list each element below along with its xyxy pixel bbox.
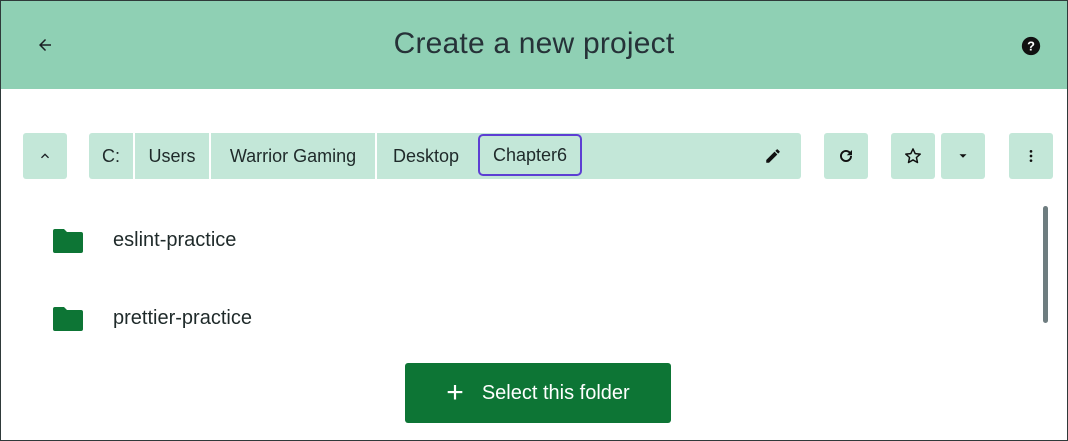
path-toolbar: C: Users Warrior Gaming Desktop Chapter6 (1, 133, 1067, 179)
favorites-dropdown-button[interactable] (941, 133, 985, 179)
breadcrumb: C: Users Warrior Gaming Desktop Chapter6 (89, 133, 801, 179)
breadcrumb-item-warrior-gaming[interactable]: Warrior Gaming (211, 133, 377, 179)
create-project-dialog: Create a new project ? C: Users Warrior … (0, 0, 1068, 441)
folder-icon (53, 307, 83, 331)
breadcrumb-item-desktop[interactable]: Desktop (377, 133, 475, 179)
caret-down-icon (959, 154, 967, 158)
folder-name: prettier-practice (113, 306, 252, 329)
refresh-icon (840, 150, 852, 162)
chevron-up-icon (41, 153, 49, 159)
help-circle-icon: ? (1021, 36, 1041, 56)
plus-icon: + (446, 376, 464, 409)
select-folder-label: Select this folder (481, 381, 630, 404)
page-title: Create a new project (393, 27, 675, 60)
pencil-icon (766, 149, 780, 163)
help-button[interactable]: ? (1011, 26, 1051, 66)
star-outline-icon (905, 148, 921, 164)
more-options-button[interactable] (1009, 133, 1053, 179)
more-vertical-icon (1029, 150, 1033, 162)
list-item[interactable]: prettier-practice (1, 279, 1031, 357)
select-folder-button[interactable]: + Select this folder (405, 363, 671, 423)
folder-name: eslint-practice (113, 228, 237, 251)
list-item[interactable]: eslint-practice (1, 201, 1031, 279)
breadcrumb-item-chapter6[interactable]: Chapter6 (478, 134, 582, 176)
folder-icon (53, 229, 83, 253)
refresh-button[interactable] (824, 133, 868, 179)
edit-path-button[interactable] (753, 136, 793, 176)
favorite-button[interactable] (891, 133, 935, 179)
parent-folder-button[interactable] (23, 133, 67, 179)
breadcrumb-item-users[interactable]: Users (135, 133, 211, 179)
scrollbar[interactable] (1043, 206, 1048, 323)
header-bar: Create a new project ? (1, 1, 1067, 89)
breadcrumb-item-c[interactable]: C: (89, 133, 135, 179)
svg-text:?: ? (1027, 39, 1035, 54)
